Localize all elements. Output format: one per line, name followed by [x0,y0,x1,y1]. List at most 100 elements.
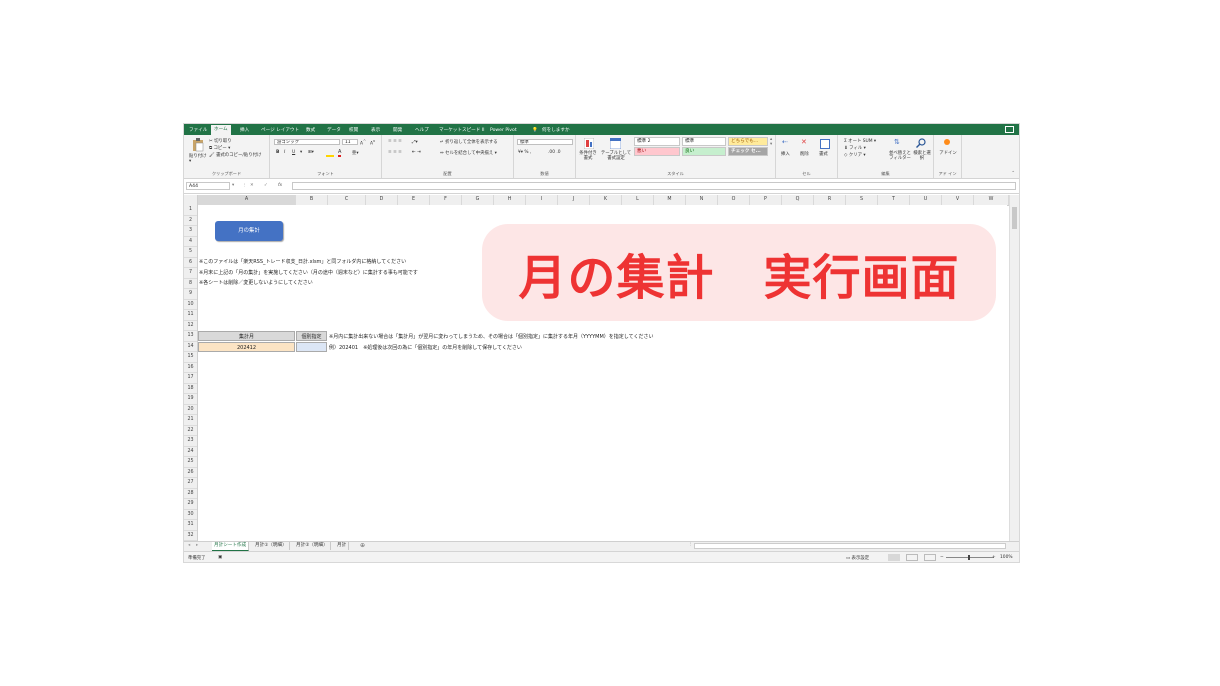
wrap-text-button[interactable]: ↵ 折り返して全体を表示する [440,139,498,145]
row-header-29[interactable]: 29 [184,499,197,510]
row-header-6[interactable]: 6 [184,258,197,268]
name-box[interactable]: A44 [186,182,230,190]
insert-cells-icon[interactable]: ⇠ [782,138,788,146]
col-header-h[interactable]: H [494,195,526,205]
row-header-9[interactable]: 9 [184,289,197,300]
row-header-21[interactable]: 21 [184,415,197,426]
col-header-e[interactable]: E [398,195,430,205]
page-break-view-icon[interactable] [924,554,936,561]
style-good[interactable]: 良い [682,147,726,156]
paste-icon[interactable] [192,138,204,152]
indent-icon[interactable]: ⇤ ⇥ [412,150,421,155]
row-header-2[interactable]: 2 [184,216,197,226]
style-standard-2[interactable]: 標準 2 [634,137,680,146]
row-header-5[interactable]: 5 [184,247,197,258]
row-header-11[interactable]: 11 [184,310,197,321]
tab-file[interactable]: ファイル [189,126,207,135]
row-header-31[interactable]: 31 [184,520,197,531]
addin-label[interactable]: アドイン [939,151,957,156]
zoom-out-icon[interactable]: − [940,555,944,560]
collapse-ribbon-icon[interactable]: ⌃ [1011,171,1015,176]
row-header-14[interactable]: 14 [184,342,197,352]
row-header-30[interactable]: 30 [184,510,197,520]
zoom-level[interactable]: 100% [1000,555,1013,560]
col-header-f[interactable]: F [430,195,462,205]
row-header-20[interactable]: 20 [184,405,197,415]
insert-cells-label[interactable]: 挿入 [781,151,790,157]
copy-button[interactable]: ⧉ コピー ▾ [209,145,230,151]
font-size-select[interactable]: 11 [342,139,358,145]
sheet-tab-detail-1[interactable]: 月計①（明細） [253,542,290,550]
tab-scroll-left-icon[interactable]: ◂ [188,543,190,548]
vertical-scrollbar[interactable] [1009,195,1019,541]
zoom-slider-thumb[interactable] [968,555,970,560]
row-header-4[interactable]: 4 [184,237,197,247]
col-header-p[interactable]: P [750,195,782,205]
format-cells-icon[interactable] [820,139,830,149]
col-header-k[interactable]: K [590,195,622,205]
addin-icon[interactable] [944,139,950,145]
font-grow-button[interactable]: A^ [360,139,366,146]
merge-center-button[interactable]: ⇔ セルを結合して中央揃え ▾ [440,150,497,156]
find-select-label[interactable]: 検索と選択 [913,151,931,161]
italic-button[interactable]: I [284,150,285,155]
horizontal-scrollbar[interactable] [694,543,1006,549]
tab-scroll-right-icon[interactable]: ▸ [196,543,198,548]
font-color-icon[interactable]: A [338,150,342,157]
add-sheet-icon[interactable]: ⊕ [360,542,365,549]
col-header-c[interactable]: C [328,195,366,205]
row-header-10[interactable]: 10 [184,300,197,310]
currency-icon[interactable]: ¥▾ % , [518,150,531,155]
row-header-23[interactable]: 23 [184,436,197,447]
row-header-3[interactable]: 3 [184,226,197,237]
tab-formulas[interactable]: 数式 [306,126,315,135]
col-header-d[interactable]: D [366,195,398,205]
tab-review[interactable]: 校閲 [349,126,358,135]
sheet-tab-detail-2[interactable]: 月計②（明細） [294,542,331,550]
sheet-tab-create[interactable]: 月計シート作成 [212,542,250,551]
tab-developer[interactable]: 開発 [393,126,402,135]
scroll-thumb[interactable] [1012,207,1017,229]
sort-filter-icon[interactable]: ⇅ [894,138,900,146]
format-cells-label[interactable]: 書式 [819,151,828,157]
tell-me-search[interactable]: 何をしますか [542,126,570,135]
style-standard[interactable]: 標準 [682,137,726,146]
row-header-18[interactable]: 18 [184,384,197,394]
table-format-label[interactable]: テーブルとして書式設定 [600,151,632,161]
col-header-r[interactable]: R [814,195,846,205]
row-header-26[interactable]: 26 [184,468,197,478]
tab-help[interactable]: ヘルプ [415,126,429,135]
row-header-27[interactable]: 27 [184,478,197,489]
chevron-down-icon[interactable]: ▾ [189,159,191,164]
row-header-32[interactable]: 32 [184,531,197,541]
col-header-a[interactable]: A [198,195,296,205]
monthly-aggregate-button[interactable]: 月の集計 [215,221,283,241]
tab-insert[interactable]: 挿入 [240,126,249,135]
autosum-button[interactable]: Σ オート SUM ▾ [844,138,876,144]
font-shrink-button[interactable]: Av [370,139,375,146]
col-header-j[interactable]: J [558,195,590,205]
row-header-13[interactable]: 13 [184,331,197,342]
page-layout-view-icon[interactable] [906,554,918,561]
col-header-b[interactable]: B [296,195,328,205]
col-header-o[interactable]: O [718,195,750,205]
delete-cells-icon[interactable]: ✕ [801,138,807,146]
conditional-format-label[interactable]: 条件付き書式 [578,151,598,161]
zoom-in-icon[interactable]: + [992,555,996,560]
font-name-select[interactable]: 游ゴシック [274,139,340,145]
sort-filter-label[interactable]: 並べ替えとフィルター [888,151,912,161]
format-painter-button[interactable]: 🖌 書式のコピー/貼り付け [209,152,261,158]
fill-color-icon[interactable] [326,150,334,157]
macro-record-icon[interactable]: ▣ [218,555,222,560]
tab-data[interactable]: データ [327,126,341,135]
col-header-l[interactable]: L [622,195,654,205]
orientation-icon[interactable]: ⤢▾ [412,139,418,145]
cut-button[interactable]: ✂ 切り取り [209,138,232,144]
normal-view-icon[interactable] [888,554,900,561]
number-format-select[interactable]: 標準 [517,139,573,145]
col-header-v[interactable]: V [942,195,974,205]
bold-button[interactable]: B [276,150,279,155]
header-individual-spec[interactable]: 個別指定 [296,331,327,341]
cancel-icon[interactable]: ✕ [250,183,254,188]
border-icon[interactable]: ⊞▾ [308,150,314,155]
